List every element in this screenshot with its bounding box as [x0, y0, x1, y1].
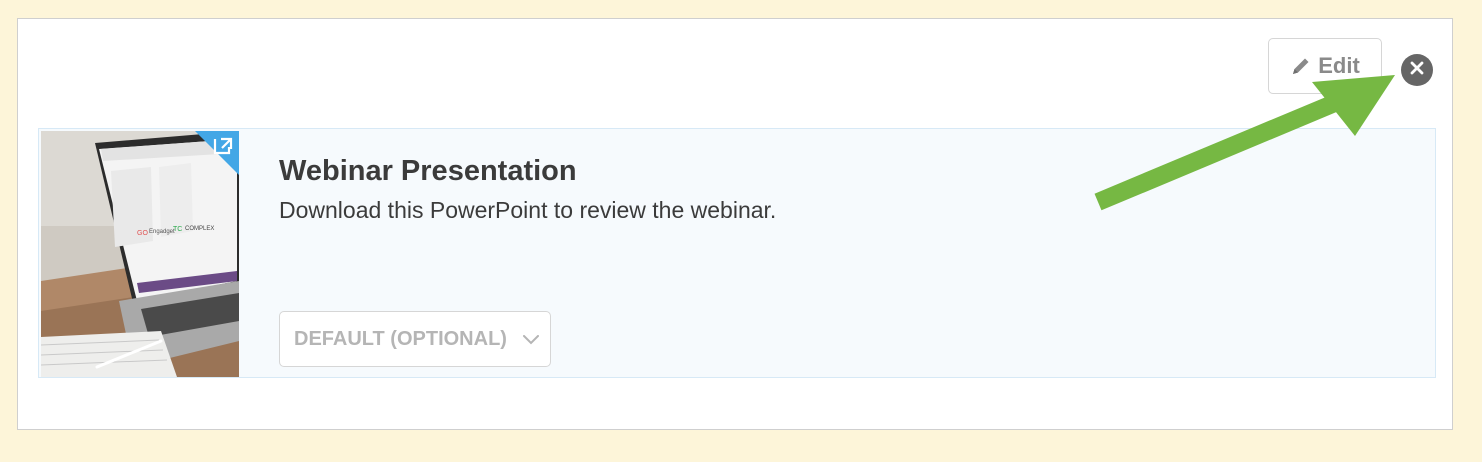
resource-title: Webinar Presentation [279, 155, 577, 187]
pencil-icon [1290, 55, 1312, 77]
resource-description: Download this PowerPoint to review the w… [279, 197, 777, 223]
external-link-icon[interactable] [195, 131, 239, 175]
option-select[interactable]: DEFAULT (OPTIONAL) [279, 311, 551, 367]
edit-button-label: Edit [1318, 53, 1360, 78]
svg-text:TC: TC [173, 226, 182, 233]
svg-text:GO: GO [137, 230, 148, 237]
resource-item: GO Engadget TC COMPLEX Webinar Presentat… [38, 128, 1436, 378]
edit-button[interactable]: Edit [1268, 38, 1382, 94]
resource-thumbnail[interactable]: GO Engadget TC COMPLEX [41, 131, 239, 377]
svg-text:COMPLEX: COMPLEX [185, 226, 214, 232]
close-icon [1410, 61, 1424, 80]
svg-text:Engadget: Engadget [149, 229, 175, 235]
option-select-value: DEFAULT (OPTIONAL) [294, 327, 507, 350]
chevron-down-icon [522, 328, 539, 351]
close-button[interactable] [1401, 54, 1433, 86]
